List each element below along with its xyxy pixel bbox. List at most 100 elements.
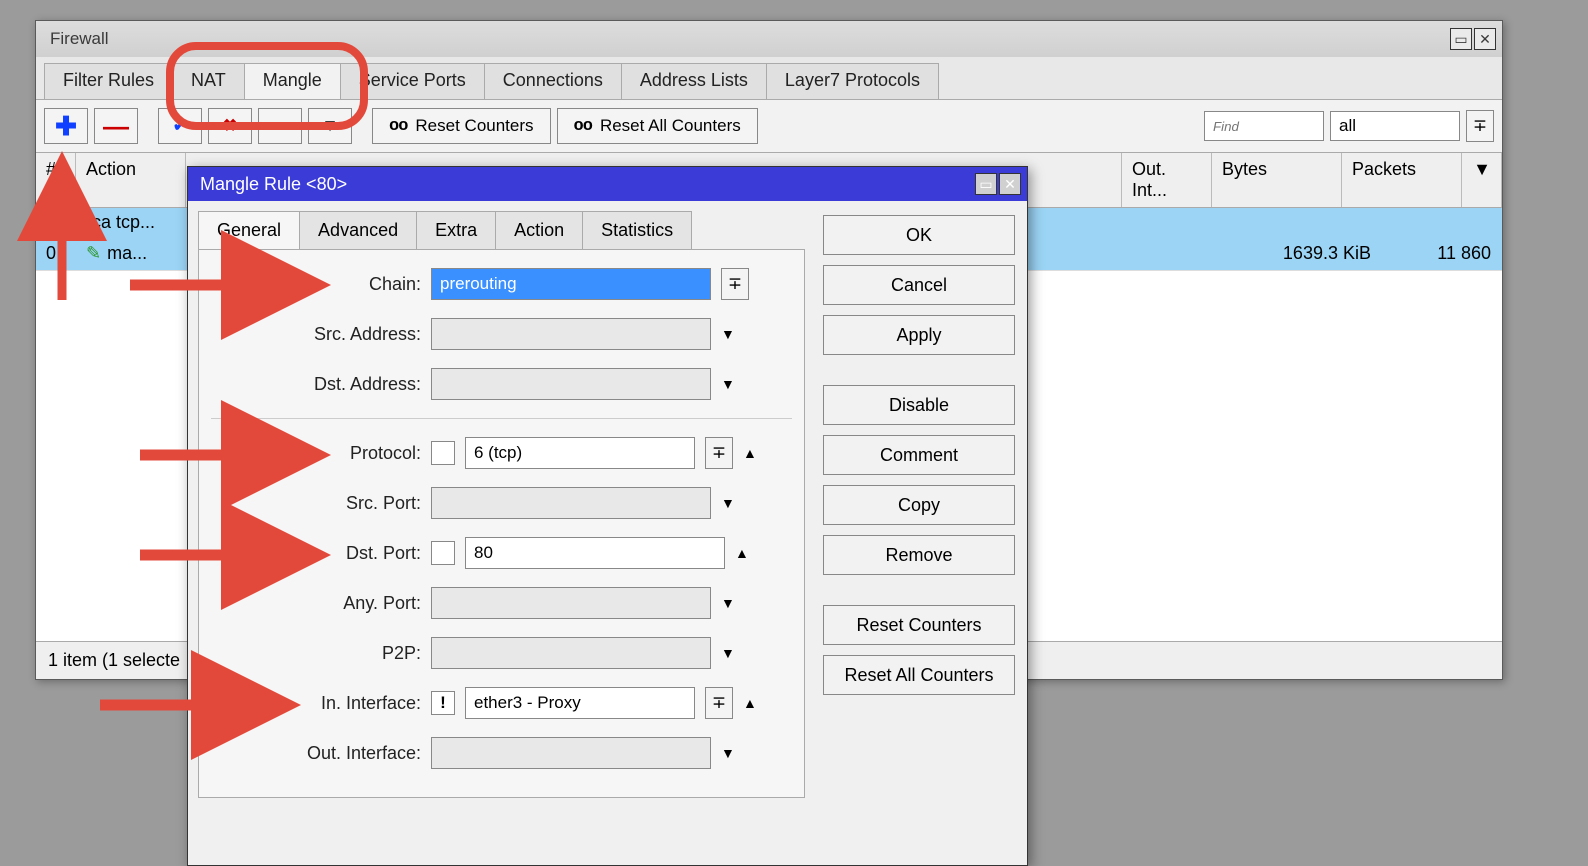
- dlg-tab-statistics[interactable]: Statistics: [582, 211, 692, 249]
- col-menu-icon[interactable]: ▼: [1462, 153, 1502, 207]
- expand-icon[interactable]: ▼: [721, 495, 735, 511]
- expand-icon[interactable]: ▼: [721, 376, 735, 392]
- protocol-label: Protocol:: [211, 443, 421, 464]
- minimize-icon[interactable]: ▭: [1450, 28, 1472, 50]
- apply-button[interactable]: Apply: [823, 315, 1015, 355]
- expand-icon[interactable]: ▼: [721, 645, 735, 661]
- dst-port-label: Dst. Port:: [211, 543, 421, 564]
- funnel-icon: ▼: [322, 116, 339, 136]
- dst-port-input[interactable]: [465, 537, 725, 569]
- minus-icon: —: [103, 111, 129, 142]
- collapse-icon[interactable]: ▲: [743, 695, 757, 711]
- protocol-input[interactable]: [465, 437, 695, 469]
- plus-icon: ✚: [55, 111, 77, 142]
- chain-dropdown-icon[interactable]: ∓: [721, 268, 749, 300]
- col-num[interactable]: #: [36, 153, 76, 207]
- dialog-title: Mangle Rule <80>: [200, 174, 347, 195]
- titlebar: Firewall ▭ ✕: [36, 21, 1502, 57]
- tab-filter-rules[interactable]: Filter Rules: [44, 63, 173, 99]
- collapse-icon[interactable]: ▲: [743, 445, 757, 461]
- tab-address-lists[interactable]: Address Lists: [621, 63, 767, 99]
- filter-dropdown[interactable]: all: [1330, 111, 1460, 141]
- cell-action: ✎ ma...: [76, 237, 186, 270]
- cell-packets: 11 860: [1382, 237, 1502, 270]
- cancel-button[interactable]: Cancel: [823, 265, 1015, 305]
- any-port-label: Any. Port:: [211, 593, 421, 614]
- filter-button[interactable]: ▼: [308, 108, 352, 144]
- filter-dd-chevron-icon[interactable]: ∓: [1466, 110, 1494, 142]
- col-packets[interactable]: Packets: [1342, 153, 1462, 207]
- reset-all-counters-button[interactable]: Reset All Counters: [823, 655, 1015, 695]
- src-address-input[interactable]: [431, 318, 711, 350]
- comment-button[interactable]: ▭: [258, 108, 302, 144]
- tab-mangle[interactable]: Mangle: [244, 63, 341, 99]
- in-interface-neg-checkbox[interactable]: !: [431, 691, 455, 715]
- dialog-form: Chain: ∓ Src. Address: ▼ Dst. Address: ▼: [198, 249, 805, 798]
- reset-counters-button[interactable]: Reset Counters: [823, 605, 1015, 645]
- any-port-input[interactable]: [431, 587, 711, 619]
- expand-icon[interactable]: ▼: [721, 326, 735, 342]
- find-input[interactable]: [1204, 111, 1324, 141]
- dialog-close-icon[interactable]: ✕: [999, 173, 1021, 195]
- collapse-icon[interactable]: ▲: [735, 545, 749, 561]
- counter-icon: oo: [389, 117, 407, 136]
- dialog-titlebar: Mangle Rule <80> ▭ ✕: [188, 167, 1027, 201]
- dlg-tab-extra[interactable]: Extra: [416, 211, 496, 249]
- window-title: Firewall: [50, 29, 109, 49]
- dlg-tab-action[interactable]: Action: [495, 211, 583, 249]
- in-interface-dropdown-icon[interactable]: ∓: [705, 687, 733, 719]
- dst-port-neg-checkbox[interactable]: [431, 541, 455, 565]
- dialog-tabs: General Advanced Extra Action Statistics: [198, 211, 805, 249]
- check-icon: ✔: [173, 116, 187, 136]
- p2p-input[interactable]: [431, 637, 711, 669]
- chain-input[interactable]: [431, 268, 711, 300]
- mangle-rule-dialog: Mangle Rule <80> ▭ ✕ General Advanced Ex…: [187, 166, 1028, 866]
- chain-label: Chain:: [211, 274, 421, 295]
- src-port-label: Src. Port:: [211, 493, 421, 514]
- tab-nat[interactable]: NAT: [172, 63, 245, 99]
- disable-button[interactable]: Disable: [823, 385, 1015, 425]
- expand-icon[interactable]: ▼: [721, 745, 735, 761]
- add-button[interactable]: ✚: [44, 108, 88, 144]
- remove-button[interactable]: Remove: [823, 535, 1015, 575]
- col-bytes[interactable]: Bytes: [1212, 153, 1342, 207]
- dlg-tab-general[interactable]: General: [198, 211, 300, 249]
- note-icon: ▭: [272, 116, 288, 136]
- col-out-interface[interactable]: Out. Int...: [1122, 153, 1212, 207]
- in-interface-label: In. Interface:: [211, 693, 421, 714]
- col-action[interactable]: Action: [76, 153, 186, 207]
- src-address-label: Src. Address:: [211, 324, 421, 345]
- dialog-buttons: OK Cancel Apply Disable Comment Copy Rem…: [823, 201, 1027, 865]
- protocol-dropdown-icon[interactable]: ∓: [705, 437, 733, 469]
- pencil-icon: ✎: [86, 243, 101, 264]
- remove-button[interactable]: —: [94, 108, 138, 144]
- tab-connections[interactable]: Connections: [484, 63, 622, 99]
- src-port-input[interactable]: [431, 487, 711, 519]
- enable-button[interactable]: ✔: [158, 108, 202, 144]
- expand-icon[interactable]: ▼: [721, 595, 735, 611]
- tab-layer7[interactable]: Layer7 Protocols: [766, 63, 939, 99]
- out-interface-input[interactable]: [431, 737, 711, 769]
- disable-button[interactable]: ✖: [208, 108, 252, 144]
- tab-bar: Filter Rules NAT Mangle Service Ports Co…: [36, 57, 1502, 99]
- toolbar: ✚ — ✔ ✖ ▭ ▼ oo Reset Counters oo Reset A…: [36, 99, 1502, 152]
- out-interface-label: Out. Interface:: [211, 743, 421, 764]
- reset-all-counters-button[interactable]: oo Reset All Counters: [557, 108, 758, 144]
- protocol-neg-checkbox[interactable]: [431, 441, 455, 465]
- comment-button[interactable]: Comment: [823, 435, 1015, 475]
- tab-service-ports[interactable]: Service Ports: [340, 63, 485, 99]
- reset-counters-button[interactable]: oo Reset Counters: [372, 108, 551, 144]
- cell-bytes: 1639.3 KiB: [1252, 237, 1382, 270]
- in-interface-input[interactable]: [465, 687, 695, 719]
- cell-out: [1162, 237, 1252, 270]
- dialog-minimize-icon[interactable]: ▭: [975, 173, 997, 195]
- close-icon[interactable]: ✕: [1474, 28, 1496, 50]
- dlg-tab-advanced[interactable]: Advanced: [299, 211, 417, 249]
- dst-address-label: Dst. Address:: [211, 374, 421, 395]
- cell-num: 0: [36, 237, 76, 270]
- p2p-label: P2P:: [211, 643, 421, 664]
- ok-button[interactable]: OK: [823, 215, 1015, 255]
- copy-button[interactable]: Copy: [823, 485, 1015, 525]
- counter-icon: oo: [574, 117, 592, 136]
- dst-address-input[interactable]: [431, 368, 711, 400]
